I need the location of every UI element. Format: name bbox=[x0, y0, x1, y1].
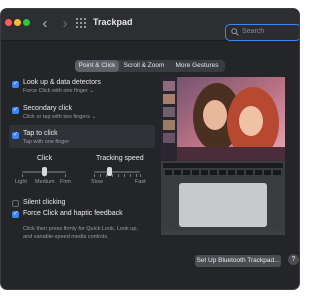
tracking-speed-title: Tracking speed bbox=[96, 155, 144, 162]
tracking-tick bbox=[124, 174, 125, 177]
click-slider-knob[interactable] bbox=[42, 167, 47, 176]
tracking-label-fast: Fast bbox=[135, 179, 146, 185]
back-arrow-icon[interactable]: ‹ bbox=[38, 15, 52, 33]
look-up-checkbox[interactable]: ✓ bbox=[12, 81, 19, 88]
preview-trackpad-image bbox=[161, 161, 285, 231]
force-click-title: Force Click and haptic feedback bbox=[23, 210, 123, 217]
tracking-slider-knob[interactable] bbox=[107, 167, 113, 176]
secondary-click-title: Secondary click bbox=[23, 105, 73, 112]
show-all-grid-icon[interactable] bbox=[76, 18, 86, 28]
tracking-tick bbox=[140, 174, 141, 177]
window-title: Trackpad bbox=[93, 17, 133, 27]
close-window-button[interactable] bbox=[5, 19, 12, 26]
tap-to-click-checkbox[interactable]: ✓ bbox=[12, 132, 19, 139]
force-click-checkbox[interactable]: ✓ bbox=[12, 211, 19, 218]
tab-bar: Point & Click Scroll & Zoom More Gesture… bbox=[75, 60, 225, 72]
click-tick-light bbox=[22, 174, 23, 177]
tracking-label-slow: Slow bbox=[91, 179, 103, 185]
search-icon bbox=[231, 28, 239, 36]
trackpad-window: ‹ › Trackpad Search Point & Click Scroll… bbox=[0, 8, 300, 290]
tab-point-and-click[interactable]: Point & Click bbox=[75, 60, 119, 72]
tracking-tick bbox=[94, 174, 95, 177]
click-slider-title: Click bbox=[37, 155, 53, 162]
tracking-tick bbox=[112, 174, 113, 177]
click-label-medium: Medium bbox=[35, 179, 55, 185]
silent-clicking-title: Silent clicking bbox=[23, 199, 66, 206]
forward-arrow-icon[interactable]: › bbox=[58, 15, 72, 33]
tracking-tick bbox=[100, 174, 101, 177]
set-up-bluetooth-trackpad-button[interactable]: Set Up Bluetooth Trackpad... bbox=[195, 255, 281, 267]
click-label-light: Light bbox=[15, 179, 27, 185]
tap-to-click-title: Tap to click bbox=[23, 130, 58, 137]
option-tap-to-click: ✓ Tap to click Tap with one finger bbox=[9, 125, 155, 148]
search-placeholder: Search bbox=[242, 28, 265, 35]
help-button[interactable]: ? bbox=[288, 254, 299, 265]
tracking-slider-track[interactable] bbox=[94, 171, 140, 173]
tracking-tick bbox=[130, 174, 131, 177]
force-click-description: Click then press firmly for Quick Look, … bbox=[23, 226, 138, 240]
minimize-window-button[interactable] bbox=[14, 19, 21, 26]
tracking-tick bbox=[118, 174, 119, 177]
option-secondary-click: ✓ Secondary click Click or tap with two … bbox=[9, 101, 155, 123]
tracking-tick bbox=[136, 174, 137, 177]
search-field[interactable]: Search bbox=[225, 24, 299, 41]
option-look-up: ✓ Look up & data detectors Force Click w… bbox=[9, 75, 155, 97]
secondary-click-checkbox[interactable]: ✓ bbox=[12, 107, 19, 114]
preview-video-image bbox=[161, 77, 285, 161]
tab-more-gestures[interactable]: More Gestures bbox=[169, 60, 225, 72]
tab-scroll-and-zoom[interactable]: Scroll & Zoom bbox=[119, 60, 169, 72]
silent-clicking-checkbox[interactable] bbox=[12, 200, 19, 207]
gesture-preview bbox=[161, 77, 285, 235]
click-tick-firm bbox=[65, 174, 66, 177]
click-label-firm: Firm bbox=[60, 179, 71, 185]
look-up-subtitle-dropdown[interactable]: Force Click with one finger ⌄ bbox=[23, 88, 94, 94]
zoom-window-button[interactable] bbox=[23, 19, 30, 26]
look-up-title: Look up & data detectors bbox=[23, 79, 101, 86]
tap-to-click-subtitle: Tap with one finger bbox=[23, 139, 70, 145]
secondary-click-subtitle-dropdown[interactable]: Click or tap with two fingers ⌄ bbox=[23, 114, 96, 120]
